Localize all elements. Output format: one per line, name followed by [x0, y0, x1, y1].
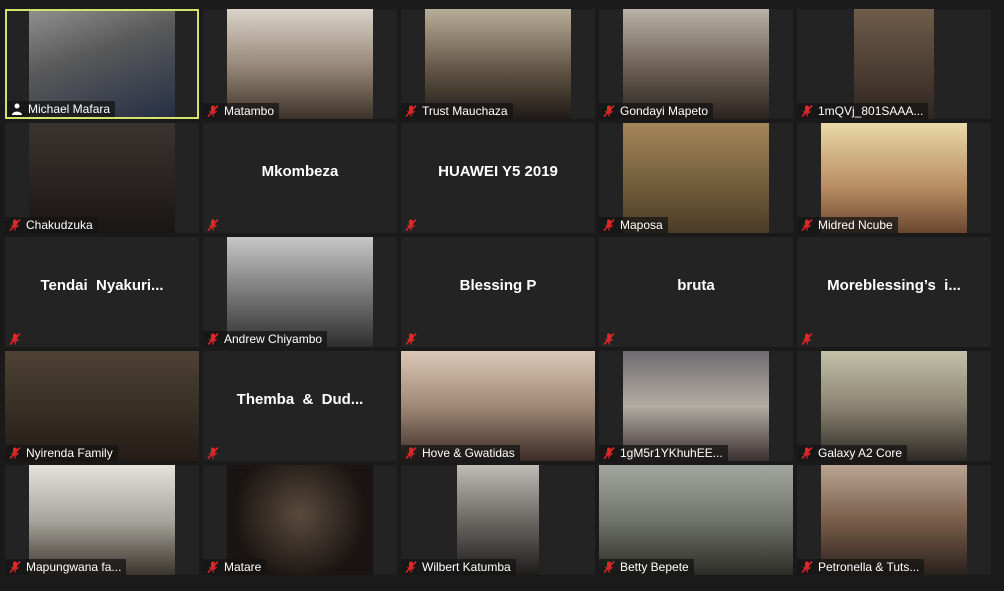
muted-mic-icon	[602, 560, 616, 574]
participant-tile[interactable]: Michael Mafara	[5, 9, 199, 119]
participant-name-center: Blessing P	[459, 276, 537, 294]
participant-tile[interactable]: Maposa	[599, 123, 793, 233]
participant-tile[interactable]: Betty Bepete	[599, 465, 793, 575]
participant-tile[interactable]: Chakudzuka	[5, 123, 199, 233]
participant-tile[interactable]: Themba & Dud...	[203, 351, 397, 461]
participant-tile[interactable]: Trust Mauchaza	[401, 9, 595, 119]
participant-name-center: Themba & Dud...	[236, 390, 364, 408]
participant-name-center: Moreblessing’s i...	[827, 276, 961, 294]
muted-mic-icon	[206, 560, 220, 574]
name-label	[797, 331, 819, 347]
participant-tile[interactable]: Mapungwana fa...	[5, 465, 199, 575]
name-label: Galaxy A2 Core	[797, 445, 908, 461]
muted-mic-icon	[404, 332, 418, 346]
name-label	[5, 331, 27, 347]
name-label: Nyirenda Family	[5, 445, 118, 461]
muted-mic-icon	[206, 332, 220, 346]
participant-tile[interactable]: Gondayi Mapeto	[599, 9, 793, 119]
name-label: Andrew Chiyambo	[203, 331, 328, 347]
muted-mic-icon	[602, 104, 616, 118]
muted-mic-icon	[206, 104, 220, 118]
participant-tile[interactable]: Andrew Chiyambo	[203, 237, 397, 347]
name-label: Chakudzuka	[5, 217, 98, 233]
name-label	[599, 331, 621, 347]
muted-mic-icon	[404, 446, 418, 460]
name-label: Matare	[203, 559, 267, 575]
participant-tile[interactable]: Mkombeza	[203, 123, 397, 233]
participant-tile[interactable]: HUAWEI Y5 2019	[401, 123, 595, 233]
name-label	[203, 445, 225, 461]
participant-tile[interactable]: Matare	[203, 465, 397, 575]
name-label	[401, 217, 423, 233]
name-label: Mapungwana fa...	[5, 559, 127, 575]
participant-tile[interactable]: Nyirenda Family	[5, 351, 199, 461]
participant-tile[interactable]: bruta	[599, 237, 793, 347]
muted-mic-icon	[800, 446, 814, 460]
participant-tile[interactable]: Blessing P	[401, 237, 595, 347]
participant-name-center: HUAWEI Y5 2019	[438, 162, 558, 180]
participant-tile[interactable]: Tendai Nyakuri...	[5, 237, 199, 347]
name-label	[401, 331, 423, 347]
participant-tile[interactable]: Galaxy A2 Core	[797, 351, 991, 461]
name-label: 1gM5r1YKhuhEE...	[599, 445, 728, 461]
muted-mic-icon	[602, 446, 616, 460]
participant-tile[interactable]: 1mQVj_801SAAA...	[797, 9, 991, 119]
muted-mic-icon	[404, 560, 418, 574]
participant-name-center: Mkombeza	[261, 162, 339, 180]
person-icon	[10, 102, 24, 116]
participant-tile[interactable]: Moreblessing’s i...	[797, 237, 991, 347]
muted-mic-icon	[8, 560, 22, 574]
participant-tile[interactable]: Matambo	[203, 9, 397, 119]
name-label: 1mQVj_801SAAA...	[797, 103, 929, 119]
name-label: Hove & Gwatidas	[401, 445, 520, 461]
name-label: Wilbert Katumba	[401, 559, 516, 575]
participant-name-center: bruta	[677, 276, 715, 294]
muted-mic-icon	[800, 218, 814, 232]
participant-name-center: Tendai Nyakuri...	[40, 276, 164, 294]
participant-tile[interactable]: Petronella & Tuts...	[797, 465, 991, 575]
name-label: Petronella & Tuts...	[797, 559, 925, 575]
participant-tile[interactable]: Hove & Gwatidas	[401, 351, 595, 461]
muted-mic-icon	[8, 332, 22, 346]
muted-mic-icon	[404, 104, 418, 118]
gallery-grid: Michael Mafara Matambo Trust Mauchaza Go…	[5, 9, 991, 575]
muted-mic-icon	[404, 218, 418, 232]
name-label: Maposa	[599, 217, 668, 233]
muted-mic-icon	[800, 104, 814, 118]
name-label: Betty Bepete	[599, 559, 694, 575]
name-label: Michael Mafara	[7, 101, 116, 117]
muted-mic-icon	[602, 332, 616, 346]
name-label: Gondayi Mapeto	[599, 103, 714, 119]
participant-tile[interactable]: 1gM5r1YKhuhEE...	[599, 351, 793, 461]
muted-mic-icon	[8, 446, 22, 460]
muted-mic-icon	[206, 218, 220, 232]
name-label: Matambo	[203, 103, 280, 119]
name-label: Trust Mauchaza	[401, 103, 513, 119]
muted-mic-icon	[800, 560, 814, 574]
name-label	[203, 217, 225, 233]
muted-mic-icon	[602, 218, 616, 232]
muted-mic-icon	[800, 332, 814, 346]
participant-tile[interactable]: Wilbert Katumba	[401, 465, 595, 575]
muted-mic-icon	[206, 446, 220, 460]
participant-tile[interactable]: Midred Ncube	[797, 123, 991, 233]
muted-mic-icon	[8, 218, 22, 232]
name-label: Midred Ncube	[797, 217, 898, 233]
